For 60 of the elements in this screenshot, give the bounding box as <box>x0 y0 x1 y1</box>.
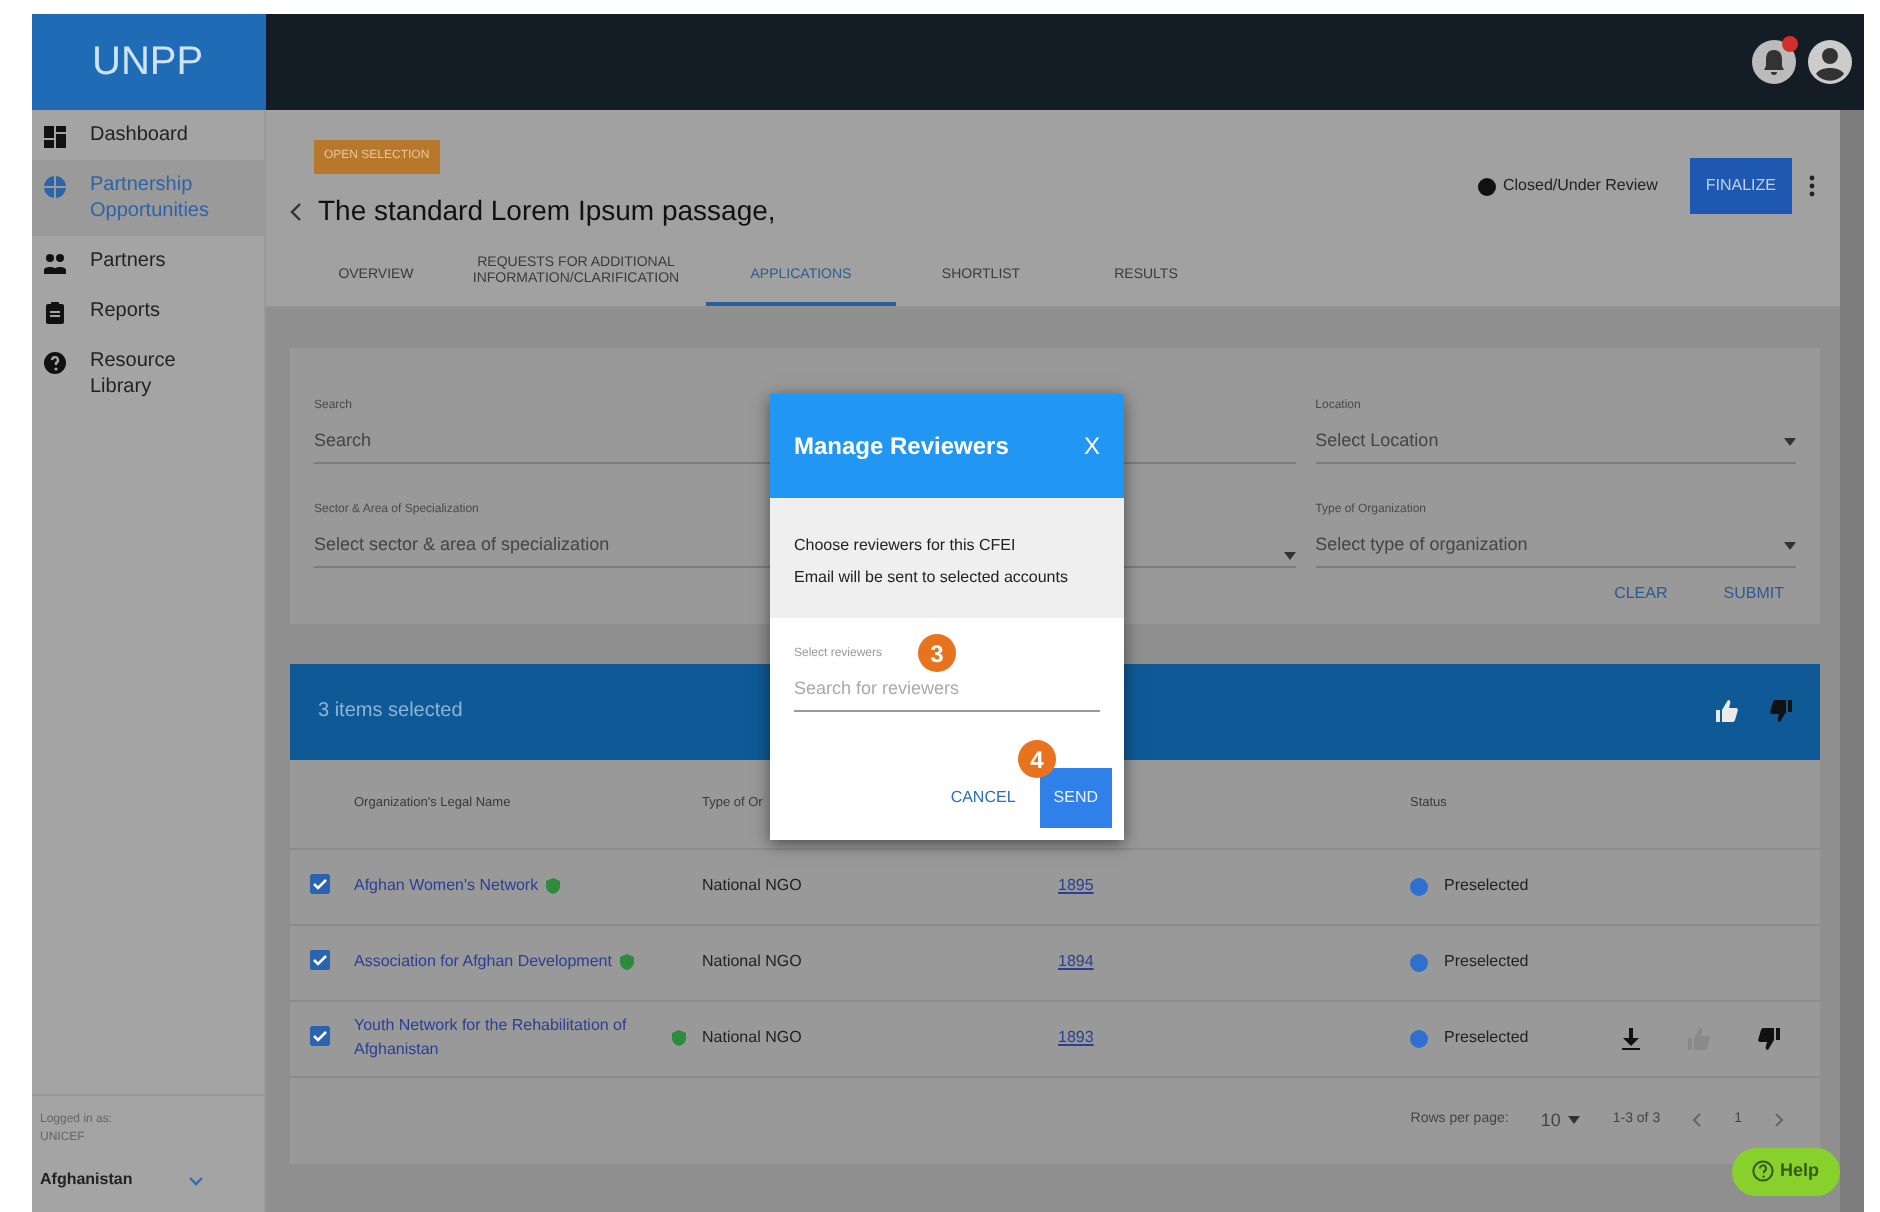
logo: UNPP <box>92 38 204 88</box>
dashboard-icon <box>44 126 66 148</box>
status-dot-icon <box>1477 177 1495 195</box>
dropdown-caret-icon <box>1783 542 1796 551</box>
chevron-down-icon <box>188 1175 204 1185</box>
dialog-text: Choose reviewers for this CFEI <box>794 534 1018 558</box>
organization-link[interactable]: Association for Afghan Development <box>354 950 612 975</box>
notification-bell-icon[interactable] <box>1752 40 1796 84</box>
table-cell-text: National NGO <box>702 874 804 899</box>
sidebar-item[interactable]: Partners <box>32 236 264 286</box>
clear-button[interactable]: CLEAR <box>1602 579 1680 608</box>
dropdown-caret-icon <box>1283 551 1296 560</box>
status-text: Preselected <box>1444 1026 1529 1051</box>
submit-button[interactable]: SUBMIT <box>1711 579 1796 608</box>
cancel-button[interactable]: CANCEL <box>938 783 1028 811</box>
status-text: Preselected <box>1444 950 1529 975</box>
status-text: Preselected <box>1444 874 1529 899</box>
notification-dot <box>1782 36 1798 52</box>
help-icon <box>44 352 66 374</box>
sidebar-item[interactable]: Resource Library <box>32 336 264 412</box>
checkbox[interactable] <box>310 1025 330 1046</box>
page-title: The standard Lorem Ipsum passage, <box>318 192 776 230</box>
dropdown-caret-icon <box>1783 438 1796 447</box>
download-icon[interactable] <box>1622 1027 1640 1050</box>
sidebar-item[interactable]: Dashboard <box>32 110 264 160</box>
dropdown-caret-icon <box>1568 1116 1581 1125</box>
status-dot <box>1410 1029 1428 1048</box>
help-circle-icon <box>1752 1160 1774 1183</box>
status-text: Closed/Under Review <box>1503 174 1658 198</box>
table-cell-text: National NGO <box>702 950 804 975</box>
thumbs-down-icon[interactable] <box>1758 1027 1780 1050</box>
rows-per-page-select[interactable]: 10 <box>1540 1107 1581 1135</box>
status-dot <box>1410 953 1428 972</box>
id-link[interactable]: 1893 <box>1058 1028 1094 1047</box>
dialog-text: Email will be sent to selected accounts <box>794 566 1070 590</box>
sidebar-item[interactable]: Reports <box>32 286 264 336</box>
organization-link[interactable]: Afghan Women's Network <box>354 874 539 899</box>
scrollbar[interactable] <box>1840 110 1864 1212</box>
table-cell-text: National NGO <box>702 1026 804 1051</box>
status-dot <box>1410 877 1428 896</box>
organization-link[interactable]: Youth Network for the Rehabilitation of Afghanistan <box>354 1014 664 1063</box>
user-avatar-icon[interactable] <box>1808 40 1852 84</box>
dialog-title: Manage Reviewers <box>794 430 1009 464</box>
close-button[interactable]: X <box>1083 428 1100 464</box>
checkbox[interactable] <box>310 949 330 970</box>
globe-icon <box>44 176 66 198</box>
sidebar-item[interactable]: Partnership Opportunities <box>32 160 264 236</box>
send-button[interactable]: SEND <box>1039 767 1112 827</box>
clipboard-icon <box>44 302 66 324</box>
thumbs-up-icon[interactable] <box>1716 700 1738 723</box>
help-button[interactable]: Help <box>1732 1148 1840 1195</box>
id-link[interactable]: 1895 <box>1058 876 1094 895</box>
back-chevron-icon[interactable] <box>290 201 302 221</box>
more-options-icon[interactable] <box>1808 174 1816 198</box>
people-icon <box>44 252 66 274</box>
checkbox[interactable] <box>310 873 330 894</box>
id-link[interactable]: 1894 <box>1058 952 1094 971</box>
country-select[interactable]: Afghanistan <box>32 1168 264 1212</box>
thumbs-down-icon[interactable] <box>1770 700 1792 723</box>
finalize-button[interactable]: FINALIZE <box>1689 158 1792 214</box>
